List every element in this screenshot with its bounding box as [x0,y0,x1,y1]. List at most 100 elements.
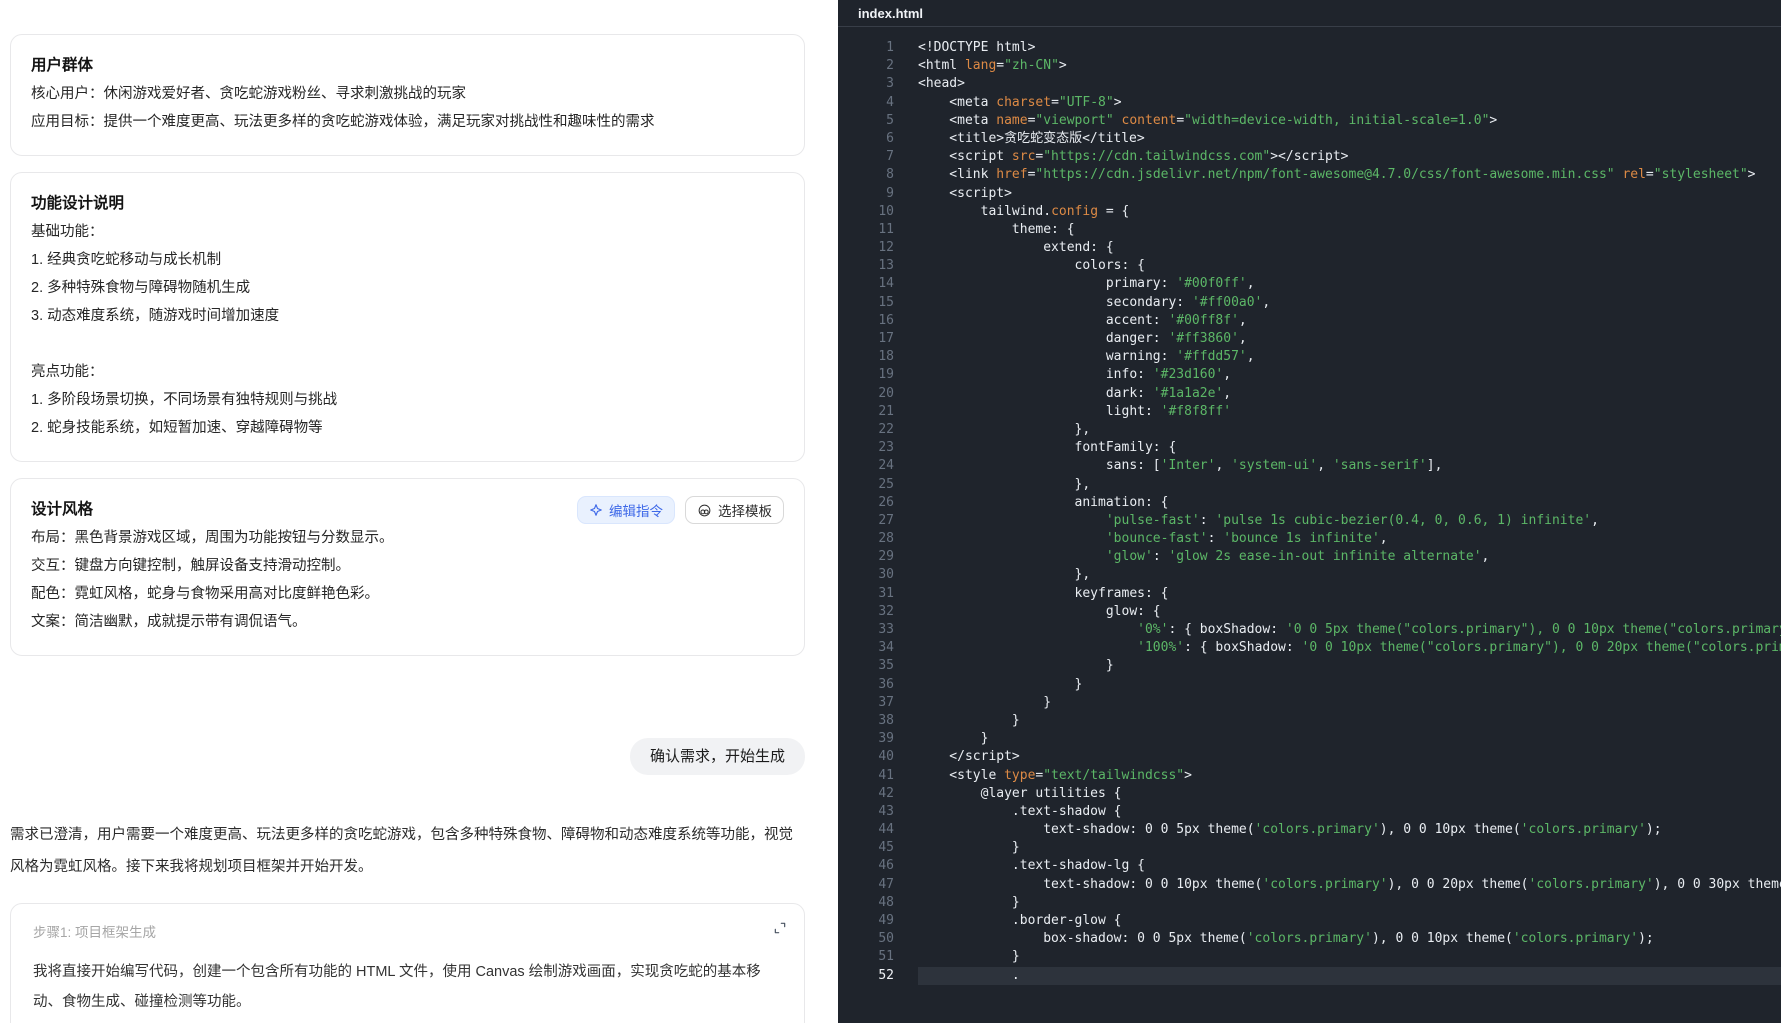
code-line-content: .text-shadow { [918,803,1781,821]
line-number: 4 [838,94,894,112]
code-line-content: danger: '#ff3860', [918,330,1781,348]
select-template-label: 选择模板 [718,500,772,520]
code-line-content: tailwind.config = { [918,203,1781,221]
code-line: 10 tailwind.config = { [838,203,1781,221]
expand-icon[interactable] [772,920,788,941]
code-line-content: 'bounce-fast': 'bounce 1s infinite', [918,530,1781,548]
code-line-content: <meta charset="UTF-8"> [918,94,1781,112]
card-text-line: 3. 动态难度系统，随游戏时间增加速度 [31,302,784,330]
line-number: 50 [838,930,894,948]
card-text-line: 1. 多阶段场景切换，不同场景有独特规则与挑战 [31,386,784,414]
code-line-content: colors: { [918,257,1781,275]
line-number: 5 [838,112,894,130]
code-line: 17 danger: '#ff3860', [838,330,1781,348]
card-text-line: 文案：简洁幽默，成就提示带有调侃语气。 [31,608,784,636]
line-number: 15 [838,294,894,312]
edit-instruction-button[interactable]: 编辑指令 [577,496,675,524]
code-line-content: <title>贪吃蛇变态版</title> [918,130,1781,148]
code-line: 36 } [838,676,1781,694]
code-line: 29 'glow': 'glow 2s ease-in-out infinite… [838,548,1781,566]
code-line: 41 <style type="text/tailwindcss"> [838,767,1781,785]
code-line: 38 } [838,712,1781,730]
code-line: 37 } [838,694,1781,712]
code-line: 19 info: '#23d160', [838,366,1781,384]
code-line: 39 } [838,730,1781,748]
code-line-content: text-shadow: 0 0 5px theme('colors.prima… [918,821,1781,839]
code-line: 24 sans: ['Inter', 'system-ui', 'sans-se… [838,457,1781,475]
code-line: 23 fontFamily: { [838,439,1781,457]
line-number: 7 [838,148,894,166]
code-line: 3<head> [838,75,1781,93]
code-line-content: warning: '#ffdd57', [918,348,1781,366]
line-number: 1 [838,39,894,57]
code-line: 1<!DOCTYPE html> [838,39,1781,57]
code-line: 43 .text-shadow { [838,803,1781,821]
line-number: 45 [838,839,894,857]
card-text-line: 亮点功能： [31,358,784,386]
code-line-content: } [918,676,1781,694]
code-area[interactable]: 1<!DOCTYPE html>2<html lang="zh-CN">3<he… [838,27,1781,1023]
code-line: 21 light: '#f8f8ff' [838,403,1781,421]
code-line-content: } [918,894,1781,912]
code-line-content: animation: { [918,494,1781,512]
editor-filename: index.html [858,6,923,21]
code-line-content: primary: '#00f0ff', [918,275,1781,293]
line-number: 8 [838,166,894,184]
line-number: 49 [838,912,894,930]
line-number: 28 [838,530,894,548]
code-line: 4 <meta charset="UTF-8"> [838,94,1781,112]
code-line: 35 } [838,657,1781,675]
code-line-content: sans: ['Inter', 'system-ui', 'sans-serif… [918,457,1781,475]
code-line-content: fontFamily: { [918,439,1781,457]
line-number: 33 [838,621,894,639]
card-title: 功能设计说明 [31,190,784,218]
code-line: 14 primary: '#00f0ff', [838,275,1781,293]
line-number: 26 [838,494,894,512]
line-number: 47 [838,876,894,894]
card-body: 布局：黑色背景游戏区域，周围为功能按钮与分数显示。交互：键盘方向键控制，触屏设备… [31,524,784,636]
line-number: 23 [838,439,894,457]
code-line-content: } [918,730,1781,748]
card-text-line: 应用目标：提供一个难度更高、玩法更多样的贪吃蛇游戏体验，满足玩家对挑战性和趣味性… [31,108,784,136]
code-line: 27 'pulse-fast': 'pulse 1s cubic-bezier(… [838,512,1781,530]
code-line: 26 animation: { [838,494,1781,512]
code-line-content: .text-shadow-lg { [918,857,1781,875]
code-line-content: dark: '#1a1a2e', [918,385,1781,403]
select-template-button[interactable]: 选择模板 [685,496,784,524]
code-line-content: <meta name="viewport" content="width=dev… [918,112,1781,130]
line-number: 51 [838,948,894,966]
line-number: 20 [838,385,894,403]
code-line-content: <style type="text/tailwindcss"> [918,767,1781,785]
line-number: 17 [838,330,894,348]
line-number: 36 [838,676,894,694]
line-number: 22 [838,421,894,439]
line-number: 30 [838,566,894,584]
code-line-content: '100%': { boxShadow: '0 0 10px theme("co… [918,639,1781,657]
code-line-content: 'pulse-fast': 'pulse 1s cubic-bezier(0.4… [918,512,1781,530]
code-line: 25 }, [838,476,1781,494]
line-number: 25 [838,476,894,494]
code-line-content: text-shadow: 0 0 10px theme('colors.prim… [918,876,1781,894]
card-text-line: 布局：黑色背景游戏区域，周围为功能按钮与分数显示。 [31,524,784,552]
line-number: 41 [838,767,894,785]
card-body: 基础功能：1. 经典贪吃蛇移动与成长机制2. 多种特殊食物与障碍物随机生成3. … [31,218,784,442]
code-line-content: } [918,712,1781,730]
line-number: 39 [838,730,894,748]
code-line: 45 } [838,839,1781,857]
code-line: 47 text-shadow: 0 0 10px theme('colors.p… [838,876,1781,894]
sparkle-icon [589,503,603,517]
line-number: 14 [838,275,894,293]
code-editor-panel: index.html 1<!DOCTYPE html>2<html lang="… [838,0,1781,1023]
code-line-content: } [918,694,1781,712]
line-number: 6 [838,130,894,148]
editor-header: index.html [838,0,1781,27]
line-number: 16 [838,312,894,330]
code-line: 9 <script> [838,185,1781,203]
line-number: 21 [838,403,894,421]
line-number: 37 [838,694,894,712]
code-line-content: extend: { [918,239,1781,257]
code-line-content: <html lang="zh-CN"> [918,57,1781,75]
code-line: 30 }, [838,566,1781,584]
code-line-content: accent: '#00ff8f', [918,312,1781,330]
code-line: 18 warning: '#ffdd57', [838,348,1781,366]
